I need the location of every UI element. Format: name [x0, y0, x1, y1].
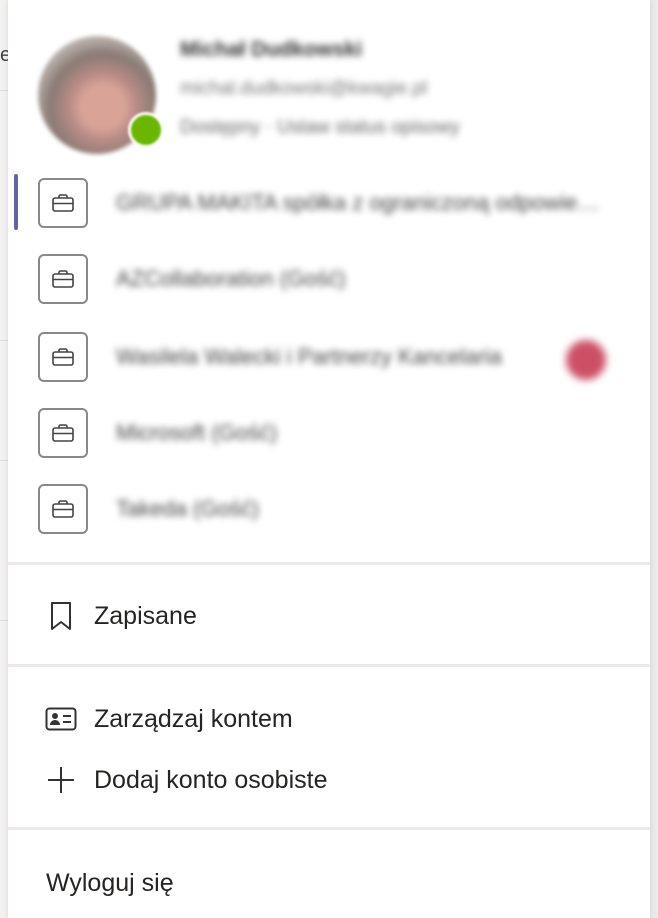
- add-personal-account-menu-item[interactable]: Dodaj konto osobiste: [8, 752, 650, 808]
- add-personal-account-label: Dodaj konto osobiste: [94, 765, 328, 794]
- briefcase-icon: [38, 332, 88, 382]
- background-text: e: [0, 44, 8, 66]
- saved-menu-item[interactable]: Zapisane: [8, 588, 650, 644]
- manage-account-menu-item[interactable]: Zarządzaj kontem: [8, 691, 650, 747]
- briefcase-icon: [38, 254, 88, 304]
- briefcase-icon: [38, 178, 88, 228]
- notification-badge: [566, 340, 606, 380]
- divider: [8, 562, 650, 565]
- divider: [8, 827, 650, 830]
- sign-out-label: Wyloguj się: [46, 868, 174, 897]
- presence-available-icon: [128, 112, 164, 148]
- saved-label: Zapisane: [94, 601, 197, 630]
- background-right-edge: [650, 0, 658, 918]
- org-name: Takeda (Gość): [116, 496, 260, 521]
- account-menu-panel: Michał Dudkowski michal.dudkowski@kwagie…: [8, 0, 650, 918]
- profile-name: Michał Dudkowski: [180, 38, 363, 61]
- sign-out-menu-item[interactable]: Wyloguj się: [8, 855, 650, 911]
- org-name: Wasilela Walecki i Partnerzy Kancelaria: [116, 344, 502, 369]
- org-item-4[interactable]: Microsoft (Gość): [8, 402, 650, 468]
- manage-account-label: Zarządzaj kontem: [94, 704, 293, 733]
- bookmark-icon: [44, 599, 78, 633]
- org-item-1[interactable]: GRUPA MAKITA spółka z ograniczoną odpowi…: [8, 172, 650, 238]
- org-item-5[interactable]: Takeda (Gość): [8, 478, 650, 544]
- profile-header: Michał Dudkowski michal.dudkowski@kwagie…: [8, 0, 650, 160]
- background-divider: [0, 90, 8, 91]
- org-name: Microsoft (Gość): [116, 420, 278, 445]
- background-divider: [0, 620, 8, 621]
- profile-email: michal.dudkowski@kwagie.pl: [180, 78, 428, 99]
- org-item-2[interactable]: AZCollaboration (Gość): [8, 248, 650, 314]
- divider: [8, 664, 650, 667]
- briefcase-icon: [38, 408, 88, 458]
- background-divider: [0, 460, 8, 461]
- contact-card-icon: [44, 702, 78, 736]
- background-app: e: [0, 0, 8, 918]
- plus-icon: [44, 763, 78, 797]
- profile-status[interactable]: Dostępny · Ustaw status opisowy: [180, 117, 460, 139]
- org-item-3[interactable]: Wasilela Walecki i Partnerzy Kancelaria: [8, 326, 650, 392]
- background-divider: [0, 340, 8, 341]
- org-name: AZCollaboration (Gość): [116, 266, 346, 291]
- briefcase-icon: [38, 484, 88, 534]
- org-name: GRUPA MAKITA spółka z ograniczoną odpowi…: [116, 190, 606, 215]
